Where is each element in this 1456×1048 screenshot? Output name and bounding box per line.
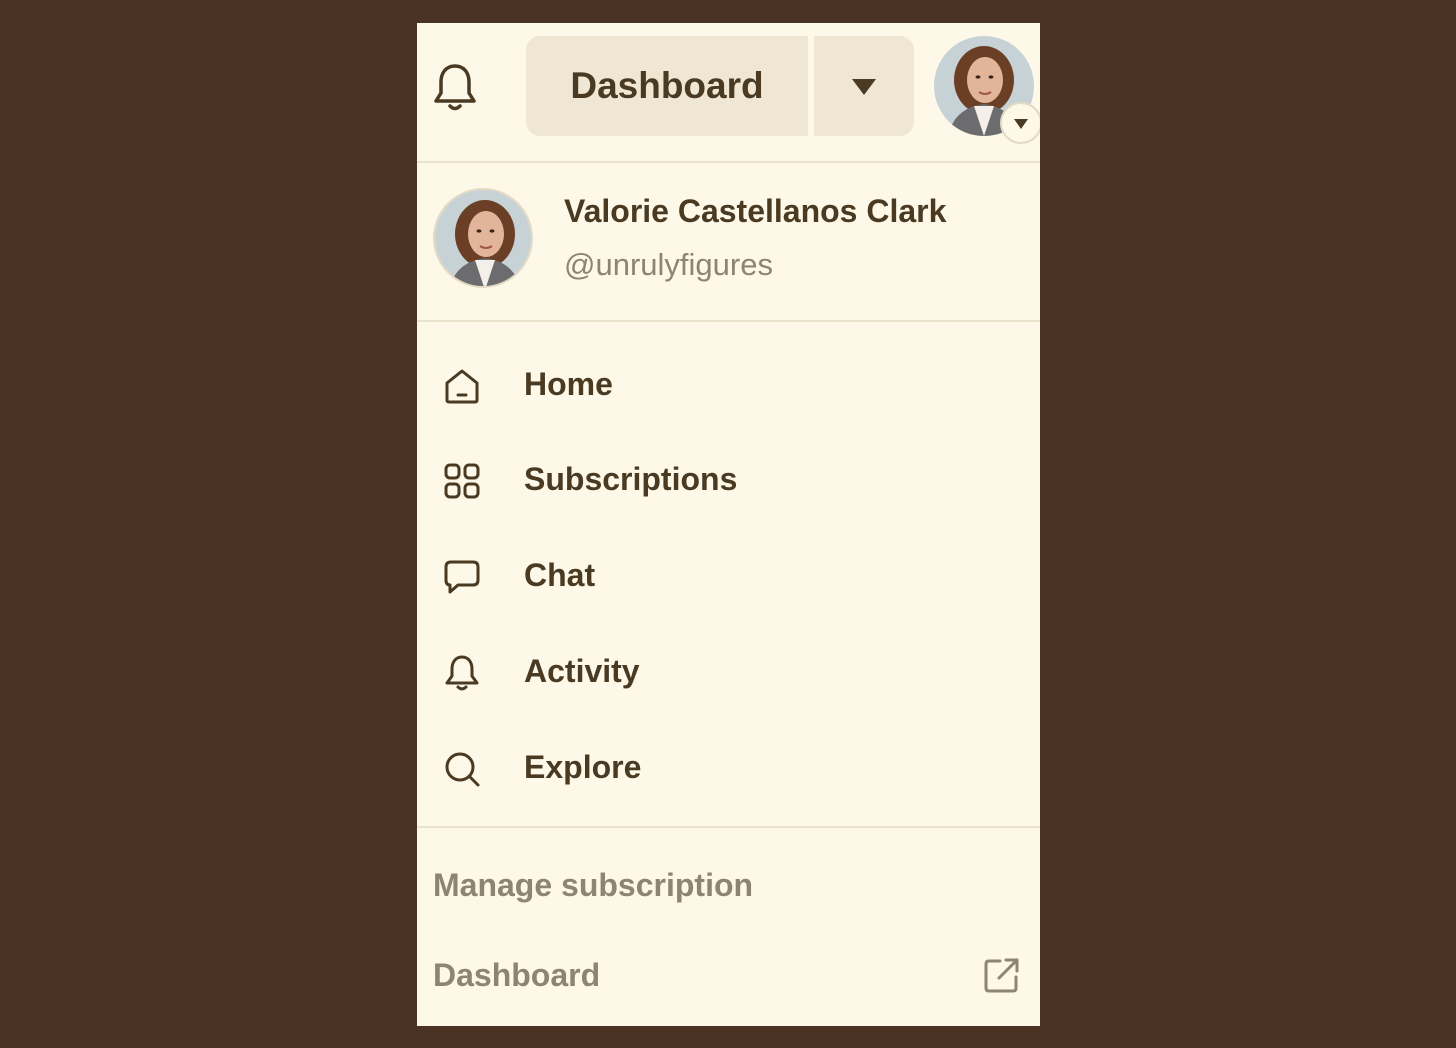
profile-handle: @unrulyfigures [564, 247, 773, 282]
manage-subscription-link[interactable]: Manage subscription [417, 851, 1040, 921]
home-icon [443, 367, 481, 405]
notifications-bell-icon[interactable] [431, 62, 479, 114]
chat-bubble-icon [443, 558, 481, 596]
caret-down-icon [1014, 119, 1028, 129]
nav-item-label: Subscriptions [524, 461, 738, 497]
account-menu-caret-button[interactable] [1000, 102, 1040, 144]
nav-item-home[interactable]: Home [417, 346, 1040, 426]
manage-subscription-label: Manage subscription [433, 867, 754, 903]
dashboard-external-link[interactable]: Dashboard [417, 941, 1040, 1011]
top-bar: Dashboard [417, 23, 1040, 163]
nav-item-label: Home [524, 366, 613, 402]
profile-name: Valorie Castellanos Clark [564, 193, 947, 229]
bell-icon [443, 654, 481, 692]
grid-icon [443, 462, 481, 500]
nav-item-activity[interactable]: Activity [417, 633, 1040, 713]
dashboard-link-label: Dashboard [433, 957, 601, 993]
caret-down-icon [852, 79, 876, 95]
search-icon [443, 750, 481, 788]
profile-section[interactable]: Valorie Castellanos Clark @unrulyfigures [417, 163, 1040, 322]
dashboard-dropdown-toggle[interactable] [814, 36, 914, 136]
external-link-icon [983, 956, 1021, 994]
nav-item-label: Activity [524, 653, 640, 689]
dashboard-button[interactable]: Dashboard [526, 36, 808, 136]
nav-item-subscriptions[interactable]: Subscriptions [417, 441, 1040, 521]
nav-item-label: Explore [524, 749, 642, 785]
account-menu-panel: Dashboard Valorie Castellanos Clark @unr… [417, 23, 1040, 1026]
nav-item-chat[interactable]: Chat [417, 537, 1040, 617]
nav-item-label: Chat [524, 557, 596, 593]
nav-item-explore[interactable]: Explore [417, 729, 1040, 809]
avatar [433, 188, 533, 288]
navigation-menu: Home Subscriptions Chat Activity Explore [417, 322, 1040, 828]
